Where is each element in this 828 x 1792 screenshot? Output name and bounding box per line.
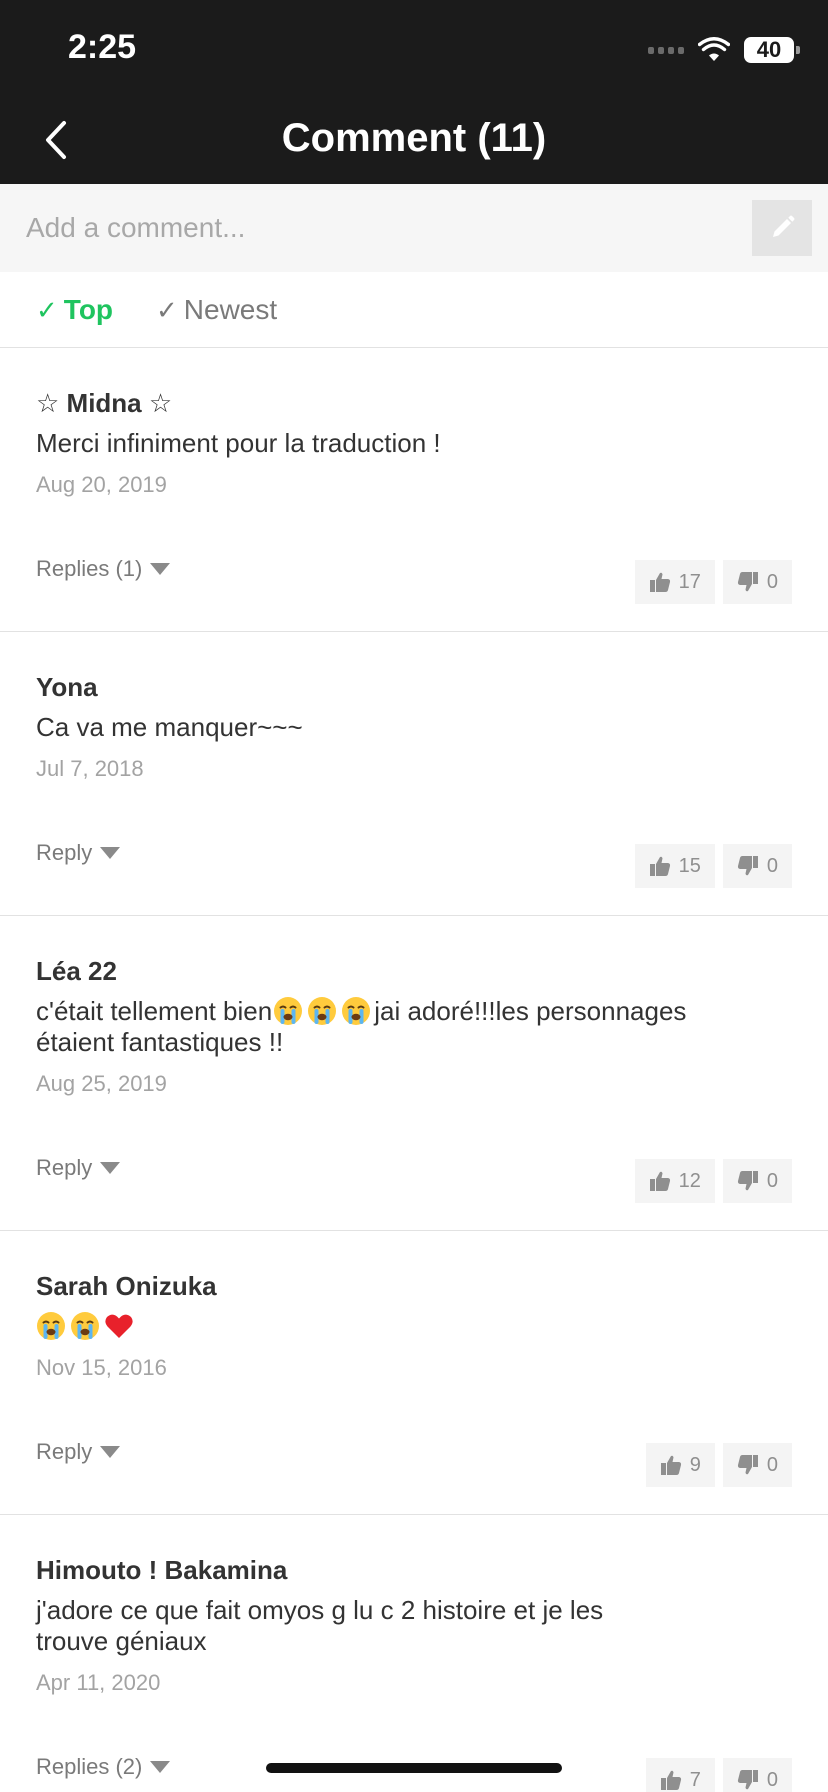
vote-buttons: 17 0 — [634, 560, 792, 604]
thumbs-up-icon — [660, 1770, 681, 1790]
tab-top[interactable]: ✓ Top — [36, 294, 113, 326]
thumbs-up-icon — [649, 856, 670, 876]
dislike-count: 0 — [766, 570, 778, 593]
comment-text: j'adore ce que fait omyos g lu c 2 histo… — [36, 1595, 604, 1656]
caret-down-icon — [100, 1446, 121, 1458]
like-button[interactable]: 17 — [634, 560, 715, 604]
like-count: 12 — [678, 1169, 701, 1192]
status-time: 2:25 — [68, 28, 137, 66]
like-count: 17 — [678, 570, 701, 593]
replies-toggle[interactable]: Replies (1) — [36, 556, 171, 582]
reply-toggle[interactable]: Reply — [36, 1439, 121, 1465]
like-count: 7 — [689, 1768, 701, 1791]
like-button[interactable]: 12 — [634, 1159, 715, 1203]
thumbs-down-icon — [737, 1455, 758, 1475]
thumbs-down-icon — [737, 1770, 758, 1790]
comment-date: Apr 11, 2020 — [36, 1670, 161, 1695]
comment-text: Ca va me manquer~~~ — [36, 712, 303, 742]
replies-label: Replies (1) — [36, 556, 143, 581]
like-button[interactable]: 7 — [645, 1758, 715, 1792]
like-button[interactable]: 15 — [634, 844, 715, 888]
dislike-count: 0 — [766, 854, 778, 877]
thumbs-up-icon — [649, 1171, 670, 1191]
reply-toggle[interactable]: Reply — [36, 840, 121, 866]
loudly-crying-face-icon — [274, 997, 303, 1025]
loudly-crying-face-icon — [37, 1312, 65, 1340]
comment-item: Sarah Onizuka Nov 15, 2016 Reply 9 0 — [0, 1231, 828, 1515]
vote-buttons: 15 0 — [634, 844, 792, 888]
red-heart-icon — [105, 1314, 133, 1338]
sort-tabs: ✓ Top ✓ Newest — [0, 272, 828, 348]
loudly-crying-face-icon — [342, 997, 371, 1025]
write-comment-button[interactable] — [752, 200, 812, 256]
replies-toggle[interactable]: Replies (2) — [36, 1754, 171, 1780]
home-indicator — [266, 1763, 562, 1773]
comment-compose-bar — [0, 184, 828, 272]
dislike-button[interactable]: 0 — [722, 1758, 792, 1792]
comment-input[interactable] — [26, 198, 726, 258]
wifi-icon — [698, 37, 730, 61]
comment-item: Yona Ca va me manquer~~~ Jul 7, 2018 Rep… — [0, 632, 828, 916]
loudly-crying-face-icon — [71, 1312, 99, 1340]
status-indicators: 40 — [648, 34, 800, 66]
replies-label: Replies (2) — [36, 1754, 143, 1779]
reply-toggle[interactable]: Reply — [36, 1155, 121, 1181]
comment-author: ☆ Midna ☆ — [36, 388, 173, 418]
comment-date: Jul 7, 2018 — [36, 756, 144, 781]
battery-icon: 40 — [744, 37, 800, 63]
vote-buttons: 7 0 — [645, 1758, 792, 1792]
comment-text: Merci infiniment pour la traduction ! — [36, 428, 441, 458]
caret-down-icon — [100, 847, 121, 859]
comment-date: Nov 15, 2016 — [36, 1355, 167, 1380]
caret-down-icon — [150, 563, 171, 575]
reply-label: Reply — [36, 1439, 93, 1464]
comment-item: Léa 22 c'était tellement bien jai adoré!!… — [0, 916, 828, 1231]
comment-author: Sarah Onizuka — [36, 1271, 217, 1301]
like-count: 9 — [689, 1453, 701, 1476]
reply-label: Reply — [36, 840, 93, 865]
pencil-icon — [773, 215, 795, 237]
comment-text-part: étaient fantastiques !! — [36, 1027, 284, 1057]
vote-buttons: 9 0 — [645, 1443, 792, 1487]
comment-author: Himouto ! Bakamina — [36, 1555, 288, 1585]
comment-text-part: c'était tellement bien — [36, 996, 273, 1026]
reply-label: Reply — [36, 1155, 93, 1180]
comment-author: Yona — [36, 672, 98, 702]
comment-item: ☆ Midna ☆ Merci infiniment pour la tradu… — [0, 348, 828, 632]
page-title: Comment (11) — [281, 116, 547, 160]
like-button[interactable]: 9 — [645, 1443, 715, 1487]
checkmark-icon: ✓ — [156, 294, 178, 325]
comment-author: Léa 22 — [36, 956, 117, 986]
tab-newest-label: Newest — [183, 294, 278, 325]
battery-level: 40 — [756, 37, 782, 62]
vote-buttons: 12 0 — [634, 1159, 792, 1203]
thumbs-down-icon — [737, 572, 758, 592]
comment-text-part: jai adoré!!!les personnages — [374, 996, 687, 1026]
dislike-button[interactable]: 0 — [722, 1443, 792, 1487]
tab-top-label: Top — [63, 294, 114, 325]
caret-down-icon — [150, 1761, 171, 1773]
dislike-count: 0 — [766, 1768, 778, 1791]
dislike-count: 0 — [766, 1169, 778, 1192]
tab-newest[interactable]: ✓ Newest — [156, 294, 277, 326]
thumbs-up-icon — [649, 572, 670, 592]
comment-date: Aug 25, 2019 — [36, 1071, 167, 1096]
loudly-crying-face-icon — [308, 997, 337, 1025]
top-bar: 2:25 40 Comment (11) — [0, 0, 828, 184]
comment-item: Himouto ! Bakamina j'adore ce que fait o… — [0, 1515, 828, 1792]
thumbs-down-icon — [737, 856, 758, 876]
dislike-button[interactable]: 0 — [722, 1159, 792, 1203]
dislike-button[interactable]: 0 — [722, 560, 792, 604]
dislike-button[interactable]: 0 — [722, 844, 792, 888]
caret-down-icon — [100, 1162, 121, 1174]
dislike-count: 0 — [766, 1453, 778, 1476]
comment-text: c'était tellement bien jai adoré!!!les pe… — [36, 996, 776, 1058]
cellular-signal-icon — [648, 46, 684, 54]
checkmark-icon: ✓ — [36, 294, 58, 325]
thumbs-down-icon — [737, 1171, 758, 1191]
comment-text — [36, 1311, 776, 1342]
thumbs-up-icon — [660, 1455, 681, 1475]
like-count: 15 — [678, 854, 701, 877]
comment-date: Aug 20, 2019 — [36, 472, 167, 497]
